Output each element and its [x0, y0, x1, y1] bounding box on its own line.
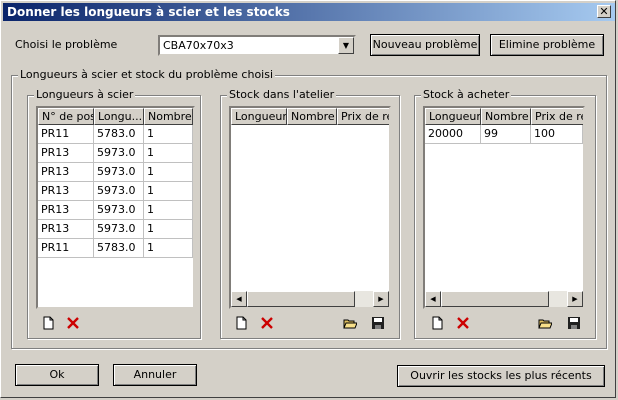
- save-disk-icon[interactable]: [567, 316, 581, 330]
- table-row[interactable]: 20000 99 100: [425, 125, 583, 144]
- saw-lengths-title: Longueurs à scier: [34, 88, 136, 101]
- buy-stock-title: Stock à acheter: [421, 88, 512, 101]
- table-cell: PR13: [38, 182, 94, 201]
- table-cell: 5973.0: [94, 220, 144, 239]
- buy-stock-rows: 20000 99 100: [425, 125, 583, 144]
- table-cell: 1: [144, 144, 193, 163]
- column-header[interactable]: Prix de rev: [531, 108, 583, 125]
- new-problem-button[interactable]: Nouveau problème: [370, 34, 480, 56]
- table-row[interactable]: PR13 5973.0 1: [38, 220, 193, 239]
- table-cell: 1: [144, 182, 193, 201]
- column-header[interactable]: Nombre: [481, 108, 531, 125]
- workshop-stock-list[interactable]: Longueur Nombre Prix de rev ◀ ▶: [229, 106, 391, 309]
- table-cell: PR11: [38, 239, 94, 258]
- delete-x-icon[interactable]: [66, 316, 80, 330]
- table-row[interactable]: PR13 5973.0 1: [38, 163, 193, 182]
- save-disk-icon[interactable]: [371, 316, 385, 330]
- table-cell: 1: [144, 201, 193, 220]
- cancel-button[interactable]: Annuler: [113, 364, 197, 386]
- table-cell: 100: [531, 125, 583, 144]
- column-header[interactable]: Longueur: [425, 108, 481, 125]
- table-cell: 1: [144, 125, 193, 144]
- saw-lengths-rows: PR11 5783.0 1 PR13 5973.0 1 PR13 5973.0 1 PR13…: [38, 125, 193, 258]
- delete-problem-button[interactable]: Elimine problème: [490, 34, 604, 56]
- dialog-window: Donner les longueurs à scier et les stoc…: [0, 0, 616, 398]
- horizontal-scrollbar[interactable]: ◀ ▶: [231, 291, 389, 307]
- new-file-icon[interactable]: [234, 316, 248, 330]
- scroll-left-icon[interactable]: ◀: [425, 291, 441, 307]
- dropdown-arrow-icon[interactable]: ▼: [338, 37, 354, 54]
- column-header[interactable]: Longu...: [94, 108, 144, 125]
- table-cell: PR13: [38, 144, 94, 163]
- table-row[interactable]: PR13 5973.0 1: [38, 144, 193, 163]
- table-cell: 20000: [425, 125, 481, 144]
- table-cell: PR11: [38, 125, 94, 144]
- table-cell: 1: [144, 239, 193, 258]
- close-button[interactable]: ✕: [597, 5, 611, 18]
- table-cell: 5973.0: [94, 182, 144, 201]
- scroll-thumb[interactable]: [247, 291, 355, 307]
- scroll-right-icon[interactable]: ▶: [373, 291, 389, 307]
- table-cell: 1: [144, 163, 193, 182]
- new-file-icon[interactable]: [430, 316, 444, 330]
- table-cell: 5973.0: [94, 201, 144, 220]
- table-row[interactable]: PR13 5973.0 1: [38, 201, 193, 220]
- table-cell: 5783.0: [94, 125, 144, 144]
- scroll-left-icon[interactable]: ◀: [231, 291, 247, 307]
- column-header[interactable]: Longueur: [231, 108, 287, 125]
- problem-select-value: CBA70x70x3: [163, 39, 234, 52]
- open-recent-stocks-button[interactable]: Ouvrir les stocks les plus récents: [397, 365, 605, 387]
- column-header[interactable]: Nombre: [144, 108, 193, 125]
- open-folder-icon[interactable]: [538, 316, 552, 330]
- workshop-stock-title: Stock dans l'atelier: [227, 88, 337, 101]
- table-row[interactable]: PR13 5973.0 1: [38, 182, 193, 201]
- buy-stock-list[interactable]: Longueur Nombre Prix de rev 2000099100 ◀…: [423, 106, 585, 309]
- main-group-title: Longueurs à scier et stock du problème c…: [18, 68, 276, 81]
- horizontal-scrollbar[interactable]: ◀ ▶: [425, 291, 583, 307]
- table-cell: PR13: [38, 201, 94, 220]
- table-cell: 5973.0: [94, 163, 144, 182]
- problem-label: Choisi le problème: [15, 38, 118, 51]
- table-cell: 1: [144, 220, 193, 239]
- title-bar: Donner les longueurs à scier et les stoc…: [3, 3, 615, 21]
- buy-stock-header: Longueur Nombre Prix de rev: [425, 108, 583, 125]
- window-title: Donner les longueurs à scier et les stoc…: [7, 5, 290, 19]
- new-file-icon[interactable]: [41, 316, 55, 330]
- table-row[interactable]: PR11 5783.0 1: [38, 239, 193, 258]
- delete-x-icon[interactable]: [260, 316, 274, 330]
- scroll-right-icon[interactable]: ▶: [567, 291, 583, 307]
- delete-x-icon[interactable]: [456, 316, 470, 330]
- saw-lengths-list[interactable]: N° de pos Longu... Nombre PR11 5783.0 1 PR…: [36, 106, 195, 309]
- workshop-stock-header: Longueur Nombre Prix de rev: [231, 108, 389, 125]
- table-row[interactable]: PR11 5783.0 1: [38, 125, 193, 144]
- open-folder-icon[interactable]: [343, 316, 357, 330]
- table-cell: 5783.0: [94, 239, 144, 258]
- problem-select[interactable]: CBA70x70x3 ▼: [158, 35, 356, 56]
- column-header[interactable]: Prix de rev: [337, 108, 389, 125]
- table-cell: PR13: [38, 163, 94, 182]
- scroll-thumb[interactable]: [441, 291, 549, 307]
- table-cell: PR13: [38, 220, 94, 239]
- saw-lengths-header: N° de pos Longu... Nombre: [38, 108, 193, 125]
- table-cell: 5973.0: [94, 144, 144, 163]
- column-header[interactable]: Nombre: [287, 108, 337, 125]
- column-header[interactable]: N° de pos: [38, 108, 94, 125]
- ok-button[interactable]: Ok: [15, 364, 99, 386]
- table-cell: 99: [481, 125, 531, 144]
